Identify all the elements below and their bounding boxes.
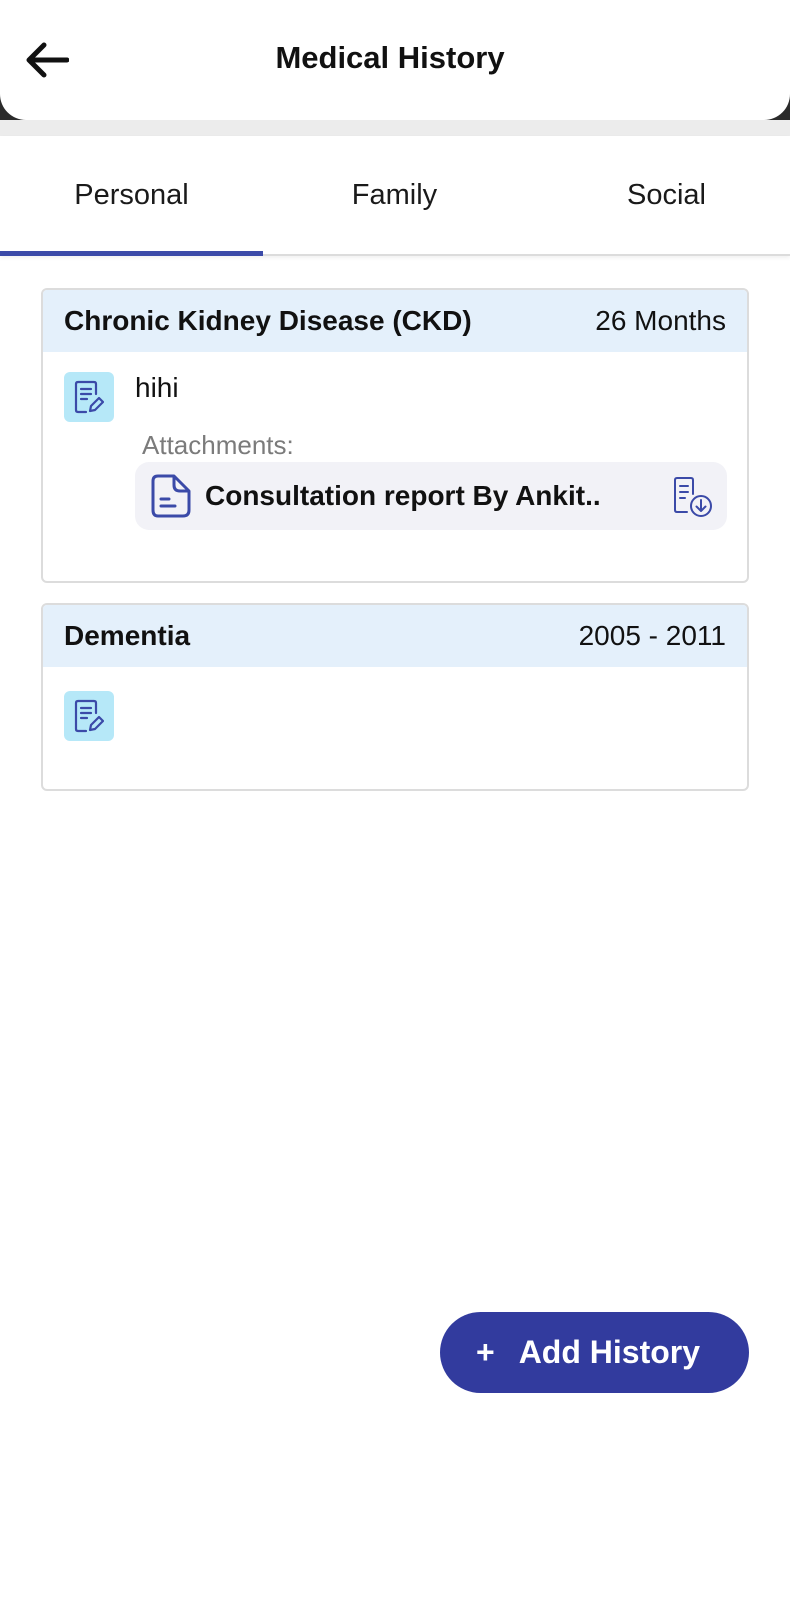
- history-card-header: Chronic Kidney Disease (CKD) 26 Months: [43, 290, 747, 352]
- page-title: Medical History: [275, 40, 505, 75]
- tab-personal[interactable]: Personal: [0, 136, 263, 256]
- condition-duration: 2005 - 2011: [578, 620, 726, 651]
- history-card-header: Dementia 2005 - 2011: [43, 605, 747, 667]
- history-card[interactable]: Chronic Kidney Disease (CKD) 26 Months h…: [41, 288, 749, 583]
- condition-duration: 26 Months: [595, 305, 726, 336]
- plus-icon: +: [476, 1334, 495, 1370]
- edit-note-icon: [74, 380, 104, 414]
- edit-note-button[interactable]: [64, 691, 114, 741]
- tab-social[interactable]: Social: [526, 136, 790, 254]
- header-divider: [0, 120, 790, 136]
- condition-note: hihi: [135, 372, 179, 403]
- add-history-button[interactable]: + Add History: [440, 1312, 749, 1393]
- history-card[interactable]: Dementia 2005 - 2011: [41, 603, 749, 791]
- attachment-item[interactable]: Consultation report By Ankit..: [135, 462, 727, 530]
- file-download-icon[interactable]: [671, 474, 715, 518]
- medical-history-screen: Medical History Personal Family Social C…: [0, 0, 790, 1600]
- app-header: Medical History: [0, 0, 790, 120]
- attachments-label: Attachments:: [142, 430, 294, 460]
- add-history-label: Add History: [518, 1334, 701, 1370]
- document-icon: [151, 474, 191, 518]
- edit-note-icon: [74, 699, 104, 733]
- tab-family[interactable]: Family: [263, 136, 526, 254]
- tab-bar: Personal Family Social: [0, 136, 790, 256]
- attachment-name: Consultation report By Ankit..: [205, 480, 601, 511]
- condition-name: Dementia: [64, 620, 191, 651]
- edit-note-button[interactable]: [64, 372, 114, 422]
- condition-name: Chronic Kidney Disease (CKD): [64, 305, 472, 336]
